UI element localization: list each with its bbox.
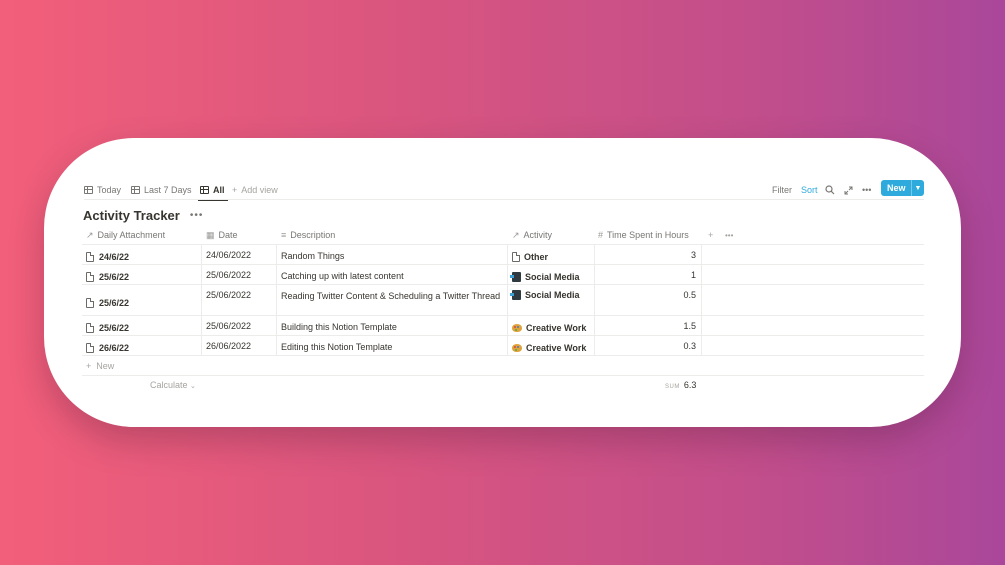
page-icon (86, 323, 94, 333)
row-hours: 0.5 (683, 290, 696, 300)
more-icon[interactable]: ••• (725, 225, 733, 245)
row-date: 25/06/2022 (206, 290, 252, 300)
number-icon: # (598, 230, 604, 240)
page-icon (86, 272, 94, 282)
table-row[interactable]: 25/6/22 25/06/2022 Building this Notion … (82, 316, 924, 336)
table-header: ↗ Daily Attachment ▦ Date ≡ Description … (82, 225, 924, 245)
filter-label: Filter (772, 185, 792, 195)
database-title[interactable]: Activity Tracker (83, 208, 180, 223)
column-header-activity[interactable]: ↗ Activity (512, 225, 552, 245)
add-column-button[interactable]: + (708, 225, 713, 245)
row-name[interactable]: 26/6/22 (86, 336, 129, 355)
row-name[interactable]: 24/6/22 (86, 245, 129, 264)
expand-icon[interactable] (844, 180, 853, 200)
sum-value: 6.3 (683, 380, 697, 390)
column-label: Activity (523, 230, 553, 240)
palette-icon (512, 344, 522, 352)
phone-icon (510, 272, 521, 282)
column-label: Time Spent in Hours (607, 230, 689, 240)
column-header-time-spent[interactable]: # Time Spent in Hours (598, 225, 689, 245)
row-date: 24/06/2022 (206, 250, 252, 260)
row-description: Editing this Notion Template (281, 342, 393, 352)
table-row[interactable]: 25/6/22 25/06/2022 Catching up with late… (82, 265, 924, 285)
sum-label: SUM (665, 384, 680, 390)
page-icon (86, 252, 94, 262)
chevron-down-icon: ⌄ (190, 383, 196, 390)
palette-icon (512, 324, 522, 332)
column-header-date[interactable]: ▦ Date (206, 225, 238, 245)
row-description: Reading Twitter Content & Scheduling a T… (281, 291, 501, 301)
more-icon[interactable]: ••• (862, 180, 871, 200)
row-activity[interactable]: Social Media (510, 285, 580, 315)
row-activity[interactable]: Social Media (510, 265, 580, 284)
database-table: ↗ Daily Attachment ▦ Date ≡ Description … (82, 225, 924, 376)
column-header-description[interactable]: ≡ Description (281, 225, 335, 245)
view-bar: Today Last 7 Days All + Add view Filter … (84, 180, 924, 201)
calculate-label: Calculate (150, 380, 188, 390)
column-label: Description (290, 230, 336, 240)
row-activity[interactable]: Creative Work (512, 336, 586, 355)
filter-button[interactable]: Filter (772, 180, 792, 200)
row-description: Catching up with latest content (281, 271, 404, 281)
tab-label: All (213, 185, 225, 195)
row-hours: 0.3 (683, 341, 696, 351)
new-button-label: New (887, 183, 906, 193)
row-description: Building this Notion Template (281, 322, 397, 332)
add-view-label: Add view (241, 185, 278, 195)
table-icon (84, 186, 93, 194)
more-icon[interactable]: ••• (190, 210, 204, 221)
calendar-icon: ▦ (206, 229, 215, 240)
phone-icon (510, 290, 521, 300)
row-hours: 1.5 (683, 321, 696, 331)
title-row: Activity Tracker ••• (83, 206, 203, 224)
search-icon[interactable] (825, 180, 835, 200)
sort-label: Sort (801, 185, 818, 195)
arrow-up-right-icon: ↗ (86, 229, 94, 240)
sort-button[interactable]: Sort (801, 180, 818, 200)
row-date: 25/06/2022 (206, 321, 252, 331)
table-icon (200, 186, 209, 194)
column-header-daily-attachment[interactable]: ↗ Daily Attachment (86, 225, 165, 245)
tab-all[interactable]: All (198, 180, 227, 201)
row-name[interactable]: 25/6/22 (86, 265, 129, 284)
tab-last-7-days[interactable]: Last 7 Days (131, 180, 192, 200)
plus-icon: + (232, 185, 238, 195)
page-icon (86, 297, 94, 308)
row-name[interactable]: 25/6/22 (86, 316, 129, 335)
row-hours: 3 (690, 250, 696, 260)
column-label: Daily Attachment (97, 230, 166, 240)
row-activity[interactable]: Other (512, 245, 548, 264)
calculate-button[interactable]: Calculate ⌄ (150, 380, 196, 390)
view-divider (84, 199, 924, 200)
row-activity[interactable]: Creative Work (512, 316, 586, 335)
tab-label: Today (97, 185, 122, 195)
table-row[interactable]: 25/6/22 25/06/2022 Reading Twitter Conte… (82, 285, 924, 316)
row-description: Random Things (281, 251, 345, 261)
new-button[interactable]: New ▼ (881, 180, 924, 196)
sum-calculation[interactable]: SUM 6.3 (665, 380, 696, 390)
row-date: 26/06/2022 (206, 341, 252, 351)
chevron-down-icon[interactable]: ▼ (912, 185, 924, 192)
column-label: Date (218, 230, 238, 240)
new-row-label: New (96, 360, 115, 371)
tab-today[interactable]: Today (84, 180, 121, 200)
add-row-button[interactable]: + New (82, 356, 924, 376)
plus-icon: + (86, 360, 92, 371)
table-row[interactable]: 26/6/22 26/06/2022 Editing this Notion T… (82, 336, 924, 356)
row-hours: 1 (690, 270, 696, 280)
row-date: 25/06/2022 (206, 270, 252, 280)
page-icon (86, 343, 94, 353)
row-name[interactable]: 25/6/22 (86, 285, 129, 315)
add-view-button[interactable]: + Add view (232, 180, 278, 200)
arrow-up-right-icon: ↗ (512, 229, 520, 240)
page-icon (512, 252, 520, 262)
text-icon: ≡ (281, 230, 287, 240)
table-icon (131, 186, 140, 194)
table-row[interactable]: 24/6/22 24/06/2022 Random Things Other 3 (82, 245, 924, 265)
tab-label: Last 7 Days (144, 185, 192, 195)
